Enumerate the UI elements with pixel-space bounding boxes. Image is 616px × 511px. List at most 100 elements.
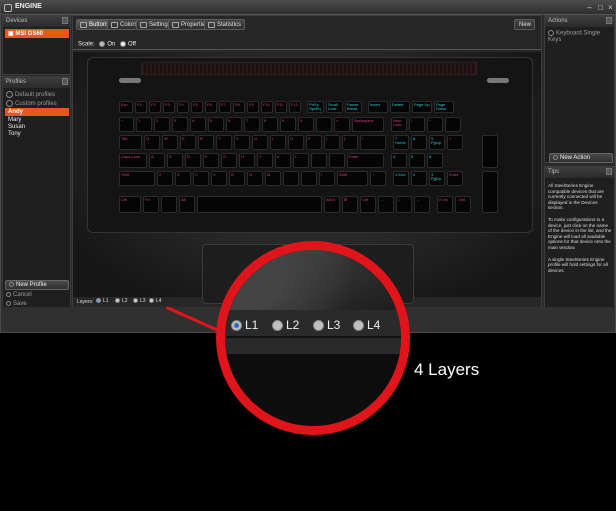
key--[interactable]: /	[319, 171, 335, 186]
profile-item-susan[interactable]: Susan	[8, 124, 25, 130]
key--[interactable]: /	[409, 117, 425, 132]
key-p[interactable]: P	[306, 135, 322, 150]
key-8[interactable]: 8	[411, 135, 427, 150]
key-f3[interactable]: F3	[163, 101, 175, 113]
key-pause-break[interactable]: Pause Break	[345, 101, 362, 113]
profile-item-andy[interactable]: Andy	[5, 108, 69, 116]
key-3[interactable]: 3	[172, 117, 188, 132]
close-icon[interactable]: ×	[606, 3, 615, 12]
key-q[interactable]: Q	[144, 135, 160, 150]
key-delete[interactable]: Delete	[390, 101, 410, 113]
key-insert[interactable]: Insert	[368, 101, 388, 113]
key-f[interactable]: F	[203, 153, 219, 168]
key-o[interactable]: O	[288, 135, 304, 150]
key-f1[interactable]: F1	[135, 101, 147, 113]
device-item-selected[interactable]: ▣ MSI GS60	[5, 29, 69, 38]
key-f11[interactable]: F11	[275, 101, 287, 113]
key--[interactable]: -	[316, 117, 332, 132]
key-t[interactable]: T	[216, 135, 232, 150]
minimize-icon[interactable]: –	[585, 3, 594, 12]
key-page-up[interactable]: Page Up	[412, 101, 432, 113]
key--[interactable]: -	[445, 117, 461, 132]
key--del[interactable]: . Del	[455, 196, 471, 213]
key-1[interactable]: 1	[136, 117, 152, 132]
key--[interactable]: ↑	[370, 171, 386, 186]
key--[interactable]: ;	[311, 153, 327, 168]
key-f5[interactable]: F5	[191, 101, 203, 113]
key-prtsc-sysrq[interactable]: PrtSc SysRq	[307, 101, 324, 113]
key-4[interactable]: 4	[391, 153, 407, 168]
key-f9[interactable]: F9	[247, 101, 259, 113]
key-n[interactable]: N	[247, 171, 263, 186]
key-ctrl[interactable]: Ctrl	[119, 196, 141, 213]
key-m[interactable]: M	[265, 171, 281, 186]
profile-item-mary[interactable]: Mary	[8, 117, 21, 123]
mag-layer-l1[interactable]: L1	[231, 318, 258, 332]
key-v[interactable]: V	[211, 171, 227, 186]
key-y[interactable]: Y	[234, 135, 250, 150]
key-shift[interactable]: Shift	[119, 171, 155, 186]
key-f2[interactable]: F2	[149, 101, 161, 113]
key-4[interactable]: 4	[190, 117, 206, 132]
panel-toggle-icon[interactable]	[62, 17, 68, 24]
key-f6[interactable]: F6	[205, 101, 217, 113]
key-l[interactable]: L	[293, 153, 309, 168]
key--[interactable]: ←	[378, 196, 394, 213]
key-9-pgup[interactable]: 9 PgUp	[429, 135, 445, 150]
key-8[interactable]: 8	[262, 117, 278, 132]
key-k[interactable]: K	[275, 153, 291, 168]
mag-layer-l4[interactable]: L4	[353, 318, 380, 332]
key-shift[interactable]: Shift	[337, 171, 368, 186]
key-e[interactable]: E	[180, 135, 196, 150]
panel-toggle-icon[interactable]	[606, 168, 612, 175]
key-blank[interactable]	[197, 196, 322, 213]
key-ctrl[interactable]: Ctrl	[360, 196, 376, 213]
key-c[interactable]: C	[193, 171, 209, 186]
key-enter-tall[interactable]	[482, 171, 498, 213]
cancel-button[interactable]: Cancel	[6, 292, 32, 298]
key-2[interactable]: 2	[154, 117, 170, 132]
key--[interactable]: \	[360, 135, 386, 150]
key-f8[interactable]: F8	[233, 101, 245, 113]
new-button[interactable]: New	[514, 19, 536, 30]
key-i[interactable]: I	[270, 135, 286, 150]
key-g[interactable]: G	[221, 153, 237, 168]
key-3-pgdn[interactable]: 3 PgDn	[429, 171, 445, 186]
key--[interactable]: '	[329, 153, 345, 168]
key-s[interactable]: S	[167, 153, 183, 168]
new-profile-button[interactable]: New Profile	[5, 280, 69, 290]
key-x[interactable]: X	[175, 171, 191, 186]
key-w[interactable]: W	[162, 135, 178, 150]
layer-l2[interactable]: L2	[115, 298, 128, 304]
key-6[interactable]: 6	[226, 117, 242, 132]
key--[interactable]: ↓	[396, 196, 412, 213]
maximize-icon[interactable]: □	[596, 3, 605, 12]
key-fn[interactable]: Fn	[143, 196, 159, 213]
panel-toggle-icon[interactable]	[62, 78, 68, 85]
key--[interactable]: *	[427, 117, 443, 132]
key--[interactable]: →	[414, 196, 430, 213]
key-page-down[interactable]: Page Down	[434, 101, 454, 113]
key-altgr[interactable]: AltGr	[324, 196, 340, 213]
key-9[interactable]: 9	[280, 117, 296, 132]
new-action-button[interactable]: New Action	[549, 153, 613, 163]
custom-profiles-group[interactable]: Custom profiles	[6, 100, 57, 107]
key--[interactable]: .	[301, 171, 317, 186]
key-f12[interactable]: F12	[289, 101, 301, 113]
key-d[interactable]: D	[185, 153, 201, 168]
key-backspace[interactable]: Backspace	[352, 117, 384, 132]
mag-layer-l2[interactable]: L2	[272, 318, 299, 332]
key-2[interactable]: 2	[411, 171, 427, 186]
key-5[interactable]: 5	[409, 153, 425, 168]
key-b[interactable]: B	[229, 171, 245, 186]
key--[interactable]: [	[324, 135, 340, 150]
key-0-ins[interactable]: 0 Ins	[437, 196, 453, 213]
tab-statistics[interactable]: Statistics	[204, 19, 246, 30]
panel-toggle-icon[interactable]	[606, 17, 612, 24]
key-caps-lock[interactable]: Caps Lock	[119, 153, 147, 168]
profile-item-tony[interactable]: Tony	[8, 131, 21, 137]
key-u[interactable]: U	[252, 135, 268, 150]
key-scroll-lock[interactable]: Scroll Lock	[326, 101, 343, 113]
key--[interactable]: +	[447, 135, 463, 150]
key-blank[interactable]	[161, 196, 177, 213]
